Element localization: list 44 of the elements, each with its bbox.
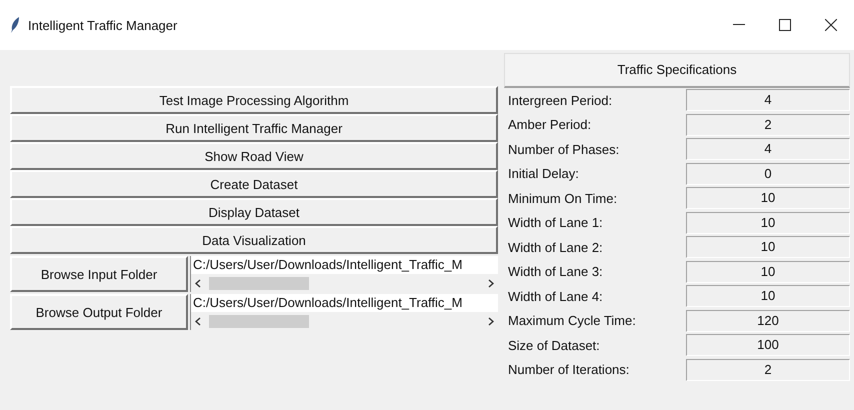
value-field[interactable]: 2 <box>686 358 850 381</box>
action-button[interactable]: Data Visualization <box>10 226 498 254</box>
value-field[interactable]: 100 <box>686 334 850 356</box>
field-label: Number of Phases: <box>507 142 620 157</box>
action-button[interactable]: Create Dataset <box>10 170 498 198</box>
value-field[interactable]: 10 <box>686 285 850 308</box>
field-label: Maximum Cycle Time: <box>507 313 637 328</box>
action-button[interactable]: Run Intelligent Traffic Manager <box>10 114 498 142</box>
maximize-icon[interactable] <box>779 19 791 31</box>
value-field[interactable]: 0 <box>686 162 850 185</box>
window-title: Intelligent Traffic Manager <box>28 18 178 32</box>
field-label: Amber Period: <box>507 117 592 132</box>
value-field[interactable]: 2 <box>686 114 850 136</box>
field-label: Minimum On Time: <box>507 190 618 206</box>
section-header: Traffic Specifications <box>504 53 850 88</box>
path-field[interactable]: C:/Users/User/Downloads/Intelligent_Traffic_M <box>190 294 498 312</box>
scroll-right-icon[interactable] <box>488 278 494 288</box>
field-label: Width of Lane 4: <box>507 288 604 304</box>
action-button[interactable]: Display Dataset <box>10 198 498 226</box>
action-button[interactable]: Test Image Processing Algorithm <box>10 86 498 114</box>
value-field[interactable]: 4 <box>686 89 850 112</box>
scroll-left-icon[interactable] <box>195 278 201 288</box>
feather-icon <box>10 17 20 33</box>
browse-button[interactable]: Browse Output Folder <box>10 294 188 330</box>
field-label: Width of Lane 2: <box>507 240 604 255</box>
scroll-left-icon[interactable] <box>195 316 201 326</box>
field-label: Width of Lane 3: <box>507 264 604 280</box>
value-field[interactable]: 10 <box>686 260 850 283</box>
field-label: Size of Dataset: <box>507 338 601 353</box>
field-label: Number of Iterations: <box>507 362 630 378</box>
field-label: Width of Lane 1: <box>507 215 604 230</box>
action-button[interactable]: Show Road View <box>10 142 498 170</box>
close-icon[interactable] <box>825 19 837 31</box>
value-field[interactable]: 10 <box>686 212 850 234</box>
value-field[interactable]: 4 <box>686 138 850 160</box>
scroll-right-icon[interactable] <box>488 316 494 326</box>
path-field[interactable]: C:/Users/User/Downloads/Intelligent_Traffic_M <box>190 256 498 274</box>
value-field[interactable]: 10 <box>686 236 850 258</box>
browse-button[interactable]: Browse Input Folder <box>10 256 188 292</box>
value-field[interactable]: 120 <box>686 310 850 332</box>
value-field[interactable]: 10 <box>686 187 850 210</box>
field-label: Intergreen Period: <box>507 92 614 108</box>
field-label: Initial Delay: <box>507 166 580 182</box>
minimize-icon[interactable] <box>733 24 745 26</box>
